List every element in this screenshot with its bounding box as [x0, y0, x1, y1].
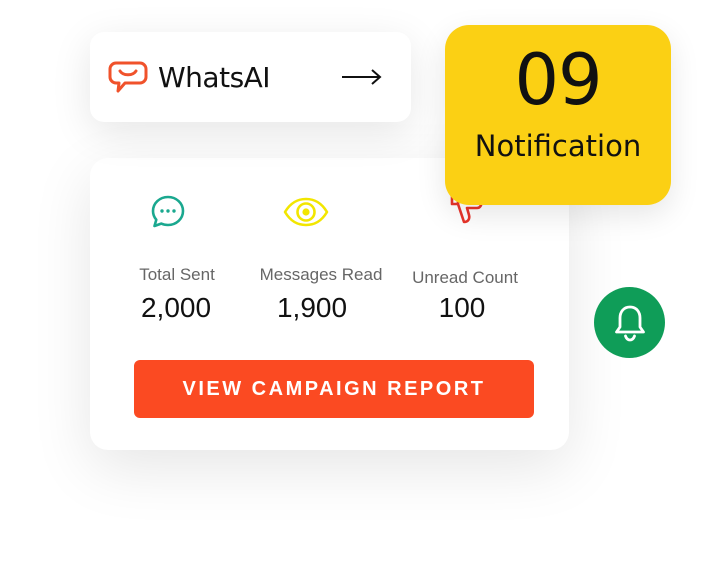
stat-value-unread-count: 100: [438, 292, 486, 323]
stat-value-total-sent: 2,000: [140, 292, 212, 323]
notification-card: 09 Notification: [445, 25, 671, 205]
stat-label-total-sent: Total Sent: [139, 265, 215, 284]
eye-icon: [283, 197, 329, 227]
chat-smile-icon: [108, 61, 148, 93]
brand-card: WhatsAI: [90, 32, 411, 122]
stat-label-messages-read: Messages Read: [259, 265, 383, 284]
arrow-right-icon[interactable]: [341, 62, 383, 92]
stat-label-unread-count: Unread Count: [412, 268, 518, 287]
stat-value-messages-read: 1,900: [276, 292, 348, 323]
bell-button[interactable]: [594, 287, 665, 358]
stage: Total Sent Messages Read Unread Count 2,…: [0, 0, 721, 571]
notification-label: Notification: [474, 129, 642, 163]
notification-count: 09: [514, 39, 602, 121]
bell-icon: [614, 305, 645, 341]
view-campaign-report-button[interactable]: VIEW CAMPAIGN REPORT: [134, 360, 534, 418]
brand-name: WhatsAI: [158, 60, 271, 94]
chat-bubble-icon: [151, 195, 185, 228]
